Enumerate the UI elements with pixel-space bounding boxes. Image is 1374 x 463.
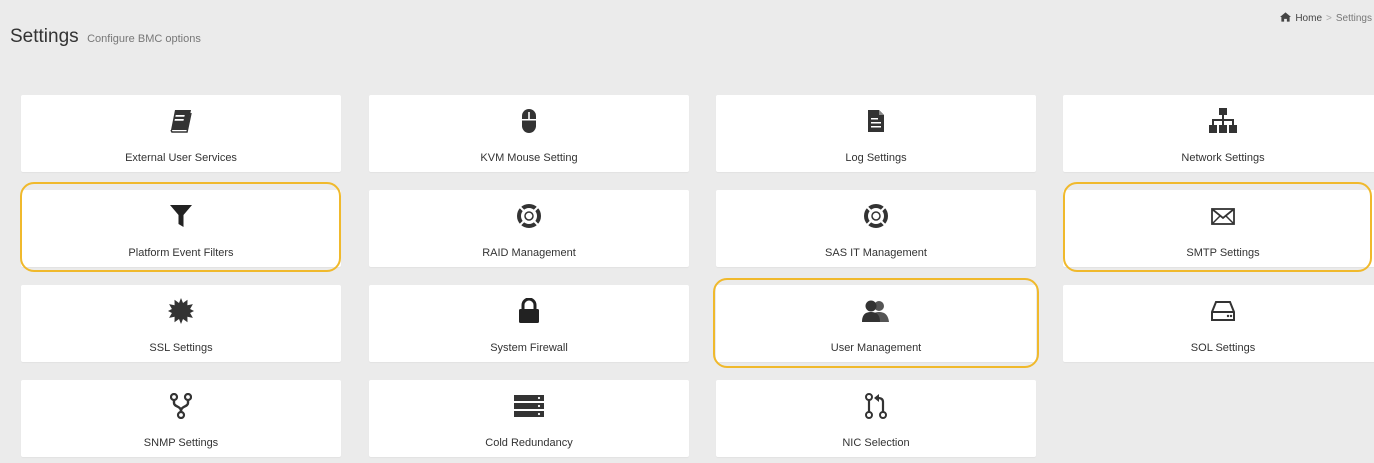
card-label: SMTP Settings (1186, 247, 1260, 259)
code-fork-icon (170, 393, 192, 419)
mouse-icon (521, 108, 537, 134)
card-sol-settings[interactable]: SOL Settings (1063, 285, 1374, 362)
breadcrumb-separator: > (1326, 13, 1332, 24)
card-label: NIC Selection (842, 437, 910, 449)
home-icon[interactable] (1280, 12, 1292, 25)
card-label: Network Settings (1181, 152, 1265, 164)
card-ssl-settings[interactable]: SSL Settings (21, 285, 341, 362)
card-label: Platform Event Filters (128, 247, 234, 259)
card-raid-management[interactable]: RAID Management (369, 190, 689, 267)
card-smtp-settings[interactable]: SMTP Settings (1063, 190, 1374, 267)
card-external-user-services[interactable]: External User Services (21, 95, 341, 172)
hdd-icon (1210, 300, 1236, 322)
breadcrumb-home-link[interactable]: Home (1295, 13, 1322, 24)
card-label: SAS IT Management (825, 247, 927, 259)
book-icon (170, 109, 192, 133)
card-label: SNMP Settings (143, 437, 219, 449)
card-platform-event-filters[interactable]: Platform Event Filters (21, 190, 341, 267)
lifebuoy-icon (863, 203, 889, 229)
page-header: Settings Configure BMC options (10, 26, 201, 48)
users-icon (862, 300, 890, 322)
breadcrumb: Home > Settings (1280, 12, 1372, 25)
card-label: System Firewall (490, 342, 568, 354)
git-pull-request-icon (865, 393, 887, 419)
card-cold-redundancy[interactable]: Cold Redundancy (369, 380, 689, 457)
card-nic-selection[interactable]: NIC Selection (716, 380, 1036, 457)
card-kvm-mouse-setting[interactable]: KVM Mouse Setting (369, 95, 689, 172)
lock-icon (518, 298, 540, 324)
card-system-firewall[interactable]: System Firewall (369, 285, 689, 362)
server-icon (514, 395, 544, 417)
envelope-icon (1211, 207, 1235, 225)
card-network-settings[interactable]: Network Settings (1063, 95, 1374, 172)
card-label: RAID Management (482, 247, 576, 259)
breadcrumb-current: Settings (1335, 13, 1372, 24)
card-label: Cold Redundancy (485, 437, 573, 449)
card-label: KVM Mouse Setting (480, 152, 578, 164)
sitemap-icon (1209, 108, 1237, 134)
card-sas-it-management[interactable]: SAS IT Management (716, 190, 1036, 267)
card-label: External User Services (125, 152, 237, 164)
file-text-icon (867, 109, 885, 133)
certificate-icon (168, 298, 194, 324)
card-label: SSL Settings (149, 342, 213, 354)
card-log-settings[interactable]: Log Settings (716, 95, 1036, 172)
card-label: SOL Settings (1190, 342, 1256, 354)
card-label: Log Settings (845, 152, 907, 164)
lifebuoy-icon (516, 203, 542, 229)
card-snmp-settings[interactable]: SNMP Settings (21, 380, 341, 457)
page-subtitle: Configure BMC options (87, 33, 201, 45)
card-user-management[interactable]: User Management (716, 285, 1036, 362)
page-title: Settings (10, 26, 79, 47)
filter-icon (170, 205, 192, 227)
card-label: User Management (830, 342, 922, 354)
